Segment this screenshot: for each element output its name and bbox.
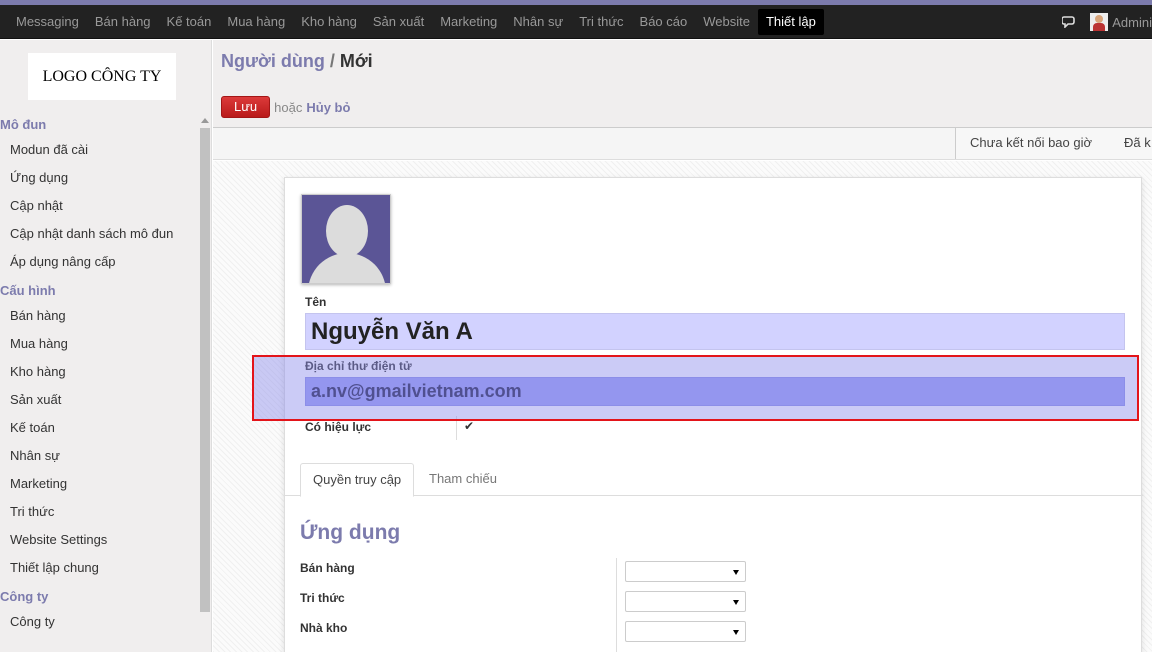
sidebar: LOGO CÔNG TY Mô đun Modun đã cài Ứng dụn… <box>0 40 212 652</box>
sidebar-item-warehouse[interactable]: Kho hàng <box>0 362 198 390</box>
user-avatar[interactable] <box>1090 13 1109 31</box>
active-checkbox[interactable]: ✔ <box>464 420 477 433</box>
warehouse-access-select[interactable] <box>625 621 746 642</box>
sidebar-section-companies: Công ty <box>0 589 49 604</box>
status-steps: Chưa kết nối bao giờ Đã k <box>955 128 1152 159</box>
status-step-never-connected[interactable]: Chưa kết nối bao giờ <box>955 128 1116 159</box>
app-label-warehouse: Nhà kho <box>300 621 348 635</box>
sidebar-item-knowledge[interactable]: Tri thức <box>0 502 198 530</box>
scroll-up-icon[interactable] <box>201 118 209 123</box>
sidebar-item-apply-upgrades[interactable]: Áp dụng nâng cấp <box>0 252 198 280</box>
breadcrumb: Người dùng / Mới <box>221 51 373 72</box>
name-label: Tên <box>305 295 327 309</box>
sidebar-item-hr[interactable]: Nhân sự <box>0 446 198 474</box>
menu-reports[interactable]: Báo cáo <box>632 9 696 35</box>
top-navbar: Messaging Bán hàng Kế toán Mua hàng Kho … <box>0 5 1152 39</box>
sidebar-item-website-settings[interactable]: Website Settings <box>0 530 198 558</box>
company-logo[interactable]: LOGO CÔNG TY <box>28 53 176 100</box>
sidebar-item-update-module-list[interactable]: Cập nhật danh sách mô đun <box>0 224 198 252</box>
cancel-link[interactable]: Hủy bỏ <box>306 100 350 115</box>
topbar-user-area: Admini <box>1061 5 1152 39</box>
menu-accounting[interactable]: Kế toán <box>159 9 220 35</box>
menu-messaging[interactable]: Messaging <box>8 9 87 35</box>
sidebar-section-configuration: Cấu hình <box>0 283 56 298</box>
form-statusbar: Chưa kết nối bao giờ Đã k <box>213 128 1152 160</box>
sidebar-section-modules: Mô đun <box>0 117 47 132</box>
form-actions: Lưu hoặc Hủy bỏ <box>221 96 350 118</box>
applications-divider <box>616 558 617 652</box>
menu-knowledge[interactable]: Tri thức <box>571 9 631 35</box>
form-tabs: Quyền truy cập Tham chiếu <box>285 463 1143 497</box>
menu-warehouse[interactable]: Kho hàng <box>293 9 365 35</box>
user-photo[interactable] <box>301 194 391 284</box>
menu-manufacturing[interactable]: Sản xuất <box>365 9 432 35</box>
sidebar-item-updates[interactable]: Cập nhật <box>0 196 198 224</box>
menu-marketing[interactable]: Marketing <box>432 9 505 35</box>
sidebar-item-installed-modules[interactable]: Modun đã cài <box>0 140 198 168</box>
email-highlight-box <box>252 355 1139 421</box>
dropdown-caret-icon <box>733 630 739 635</box>
sidebar-item-apps[interactable]: Ứng dụng <box>0 168 198 196</box>
sidebar-item-marketing[interactable]: Marketing <box>0 474 198 502</box>
app-label-sales: Bán hàng <box>300 561 355 575</box>
dropdown-caret-icon <box>733 570 739 575</box>
menu-hr[interactable]: Nhân sự <box>505 9 571 35</box>
menu-website[interactable]: Website <box>695 9 758 35</box>
sidebar-item-sales[interactable]: Bán hàng <box>0 306 198 334</box>
applications-title: Ứng dụng <box>300 521 401 544</box>
sidebar-item-accounting[interactable]: Kế toán <box>0 418 198 446</box>
breadcrumb-users-link[interactable]: Người dùng <box>221 51 325 71</box>
avatar-placeholder-icon <box>308 253 386 283</box>
menu-purchase[interactable]: Mua hàng <box>219 9 293 35</box>
sidebar-menu: Mô đun Modun đã cài Ứng dụng Cập nhật Cậ… <box>0 114 198 640</box>
tab-preferences[interactable]: Tham chiếu <box>417 463 509 496</box>
sidebar-item-companies[interactable]: Công ty <box>0 612 198 640</box>
name-field[interactable]: Nguyễn Văn A <box>305 313 1125 350</box>
breadcrumb-separator: / <box>329 51 335 71</box>
save-button[interactable]: Lưu <box>221 96 271 118</box>
knowledge-access-select[interactable] <box>625 591 746 612</box>
sidebar-scrollbar[interactable] <box>199 118 211 652</box>
menu-settings[interactable]: Thiết lập <box>757 9 824 35</box>
sidebar-item-general-settings[interactable]: Thiết lập chung <box>0 558 198 586</box>
sidebar-item-manufacturing[interactable]: Sản xuất <box>0 390 198 418</box>
tab-access-rights[interactable]: Quyền truy cập <box>300 463 415 497</box>
scrollbar-thumb[interactable] <box>200 128 210 612</box>
sales-access-select[interactable] <box>625 561 746 582</box>
main-menu: Messaging Bán hàng Kế toán Mua hàng Kho … <box>8 5 824 39</box>
breadcrumb-current: Mới <box>339 51 373 71</box>
active-label: Có hiệu lực <box>305 420 372 434</box>
app-label-knowledge: Tri thức <box>300 591 345 605</box>
user-name[interactable]: Admini <box>1112 15 1152 30</box>
dropdown-caret-icon <box>733 600 739 605</box>
or-text: hoặc <box>274 99 303 115</box>
chat-icon[interactable] <box>1061 16 1076 29</box>
menu-sales[interactable]: Bán hàng <box>87 9 159 35</box>
control-panel: Người dùng / Mới Lưu hoặc Hủy bỏ <box>213 40 1152 128</box>
sidebar-item-purchase[interactable]: Mua hàng <box>0 334 198 362</box>
